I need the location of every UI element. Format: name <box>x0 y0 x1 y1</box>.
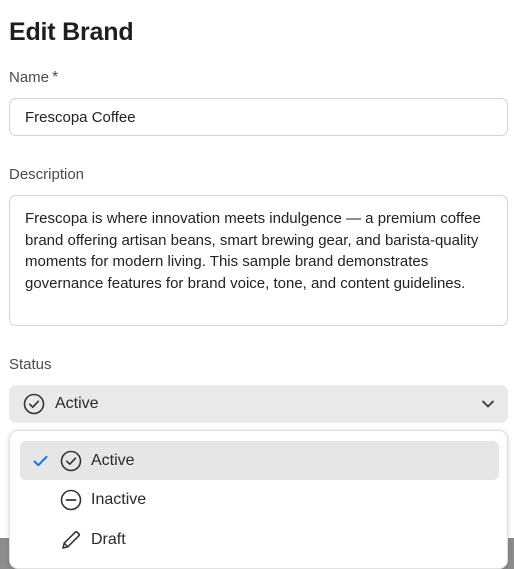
status-option-draft[interactable]: Draft <box>20 520 499 559</box>
minus-circle-icon <box>60 489 82 511</box>
option-label: Inactive <box>91 490 147 508</box>
status-select-value: Active <box>55 395 99 412</box>
status-label: Status <box>9 356 52 373</box>
required-mark: * <box>52 69 59 86</box>
check-circle-icon <box>60 450 82 472</box>
description-label: Description <box>9 166 85 183</box>
status-option-inactive[interactable]: Inactive <box>20 480 499 519</box>
pencil-icon <box>60 529 82 551</box>
check-circle-icon <box>23 393 45 415</box>
name-label-text: Name <box>9 69 50 86</box>
chevron-down-icon <box>480 396 496 412</box>
status-dropdown-menu: Active Inactive Draft <box>9 430 508 569</box>
option-label: Draft <box>91 530 126 548</box>
name-input[interactable] <box>9 98 508 136</box>
name-label: Name * <box>9 69 58 87</box>
edit-brand-page: Edit Brand Name* Description Frescopa is… <box>0 0 514 569</box>
option-label: Active <box>91 451 135 469</box>
checkmark-icon <box>32 455 48 467</box>
status-option-active[interactable]: Active <box>20 441 499 480</box>
status-select[interactable]: Active <box>9 385 508 423</box>
page-title: Edit Brand <box>9 18 134 46</box>
description-textarea[interactable]: Frescopa is where innovation meets indul… <box>9 195 508 326</box>
